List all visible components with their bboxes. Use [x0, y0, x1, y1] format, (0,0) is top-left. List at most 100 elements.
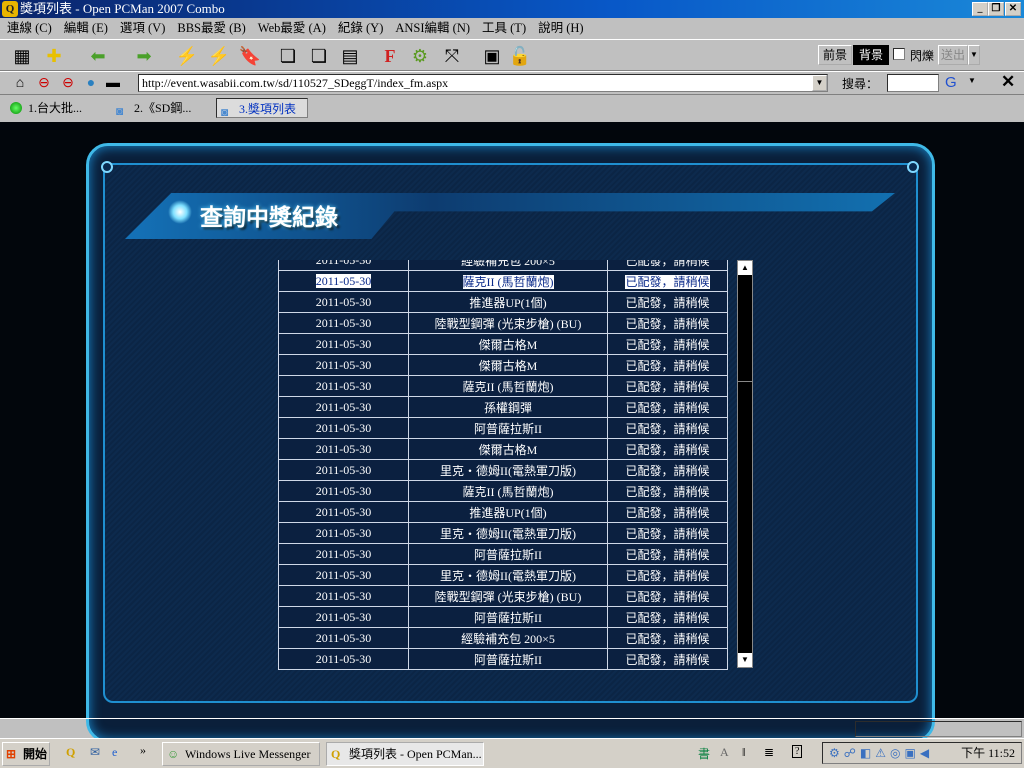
item-cell: 薩克II (馬哲蘭炮): [408, 270, 608, 292]
date-cell-text: 2011-05-30: [315, 294, 372, 309]
ime-width-icon[interactable]: ‖: [742, 745, 745, 760]
pcman-quicklaunch-icon[interactable]: Q: [66, 745, 75, 760]
item-cell-text: 經驗補充包 200×5: [461, 631, 555, 646]
item-cell: 里克・德姆II(電熱軍刀版): [408, 564, 608, 586]
close-bar-icon[interactable]: ✕: [1001, 72, 1015, 92]
status-cell-text: 已配發，請稍候: [625, 505, 710, 520]
outlook-quicklaunch-icon[interactable]: ✉: [90, 745, 100, 760]
menu-edit[interactable]: 編輯 (E): [61, 18, 117, 38]
scroll-up-icon[interactable]: ▲: [738, 261, 752, 275]
menu-ansi-edit[interactable]: ANSI編輯 (N): [392, 18, 479, 38]
globe-icon[interactable]: ●: [79, 72, 103, 96]
task-pcman[interactable]: Q 獎項列表 - Open PCMan...: [326, 742, 484, 766]
block-icon[interactable]: ⊖: [32, 72, 56, 96]
help-icon[interactable]: ?: [792, 745, 803, 758]
window-icon[interactable]: ▬: [101, 72, 125, 96]
status-panel: [855, 721, 1022, 737]
menu-tools[interactable]: 工具 (T): [479, 18, 535, 38]
new-connection-icon[interactable]: ✚: [42, 44, 66, 68]
table-row: 2011-05-30 傑爾古格M 已配發，請稍候: [278, 354, 728, 376]
settings-gear-icon[interactable]: ⚙: [408, 44, 432, 68]
url-dropdown-icon[interactable]: ▼: [812, 75, 827, 91]
status-cell: 已配發，請稍候: [607, 438, 728, 460]
tray-icons[interactable]: ⚙☍◧⚠◎▣◀: [829, 743, 933, 763]
home-icon[interactable]: ⌂: [8, 72, 32, 96]
item-cell-text: 推進器UP(1個): [469, 295, 547, 310]
reconnect-icon[interactable]: ⚡: [207, 44, 231, 68]
minimize-button[interactable]: _: [972, 2, 988, 16]
status-cell-text: 已配發，請稍候: [625, 400, 710, 415]
add-bookmark-icon[interactable]: 🔖: [238, 44, 262, 68]
start-button[interactable]: ⊞ 開始: [2, 742, 50, 766]
copy-icon[interactable]: ❏: [276, 44, 300, 68]
item-cell: 薩克II (馬哲蘭炮): [408, 375, 608, 397]
restore-button[interactable]: ❐: [988, 2, 1004, 16]
close-button[interactable]: ✕: [1005, 2, 1021, 16]
scroll-thumb[interactable]: [738, 381, 752, 655]
search-input[interactable]: [887, 74, 939, 92]
date-cell-text: 2011-05-30: [315, 462, 372, 477]
menu-web-favorites[interactable]: Web最愛 (A): [255, 18, 335, 38]
date-cell: 2011-05-30: [278, 480, 409, 502]
task-messenger[interactable]: ☺ Windows Live Messenger: [162, 742, 320, 766]
corner-rivet: [907, 161, 919, 173]
web-page-icon: ◙: [116, 104, 124, 118]
tab-2[interactable]: ◙ 2.《SD鋼...: [112, 98, 208, 118]
status-cell-text: 已配發，請稍候: [625, 274, 710, 289]
date-cell-text: 2011-05-30: [315, 504, 372, 519]
forward-icon[interactable]: ➡: [132, 44, 156, 68]
fullscreen-icon[interactable]: ⤧: [440, 44, 464, 68]
tab-3[interactable]: ◙ 3.獎項列表: [216, 98, 308, 119]
more-quicklaunch-icon[interactable]: »: [140, 743, 146, 758]
send-button[interactable]: 送出: [938, 45, 968, 65]
ime-mode-icon[interactable]: A: [720, 745, 729, 760]
status-cell: 已配發，請稍候: [607, 606, 728, 628]
ime-punct-icon[interactable]: ≣: [764, 745, 774, 760]
font-icon[interactable]: F: [378, 44, 402, 68]
send-dropdown-icon[interactable]: ▼: [968, 45, 980, 65]
emoticon-icon[interactable]: ▣: [480, 44, 504, 68]
table-row: 2011-05-30 阿普薩拉斯II 已配發，請稍候: [278, 417, 728, 439]
menu-bbs-favorites[interactable]: BBS最愛 (B): [174, 18, 254, 38]
menu-connect[interactable]: 連線 (C): [4, 18, 61, 38]
date-cell: 2011-05-30: [278, 648, 409, 670]
back-icon[interactable]: ⬅: [86, 44, 110, 68]
background-color-button[interactable]: 背景: [853, 45, 889, 65]
item-cell-text: 經驗補充包 200×5: [461, 260, 555, 268]
item-cell-text: 傑爾古格M: [478, 358, 538, 373]
tab-1[interactable]: 1.台大批...: [6, 98, 102, 118]
lock-icon[interactable]: 🔓: [508, 44, 532, 68]
date-cell: 2011-05-30: [278, 585, 409, 607]
date-cell-text: 2011-05-30: [315, 420, 372, 435]
block-page-icon[interactable]: ⊖: [56, 72, 80, 96]
table-row: 2011-05-30 阿普薩拉斯II 已配發，請稍候: [278, 543, 728, 565]
date-cell-text: 2011-05-30: [315, 378, 372, 393]
url-input[interactable]: http://event.wasabii.com.tw/sd/110527_SD…: [138, 74, 828, 92]
foreground-color-button[interactable]: 前景: [818, 45, 852, 65]
search-engine-dropdown-icon[interactable]: ▼: [968, 76, 976, 85]
menu-log[interactable]: 紀錄 (Y): [335, 18, 392, 38]
item-cell: 阿普薩拉斯II: [408, 648, 608, 670]
ime-icon[interactable]: 書: [698, 745, 710, 762]
date-cell-text: 2011-05-30: [315, 609, 372, 624]
date-cell: 2011-05-30: [278, 627, 409, 649]
paste-icon[interactable]: ❏: [307, 44, 331, 68]
ansi-copy-icon[interactable]: ▤: [338, 44, 362, 68]
item-cell: 推進器UP(1個): [408, 291, 608, 313]
blink-checkbox[interactable]: [893, 48, 905, 60]
menu-options[interactable]: 選項 (V): [117, 18, 174, 38]
google-search-icon[interactable]: G: [945, 74, 957, 91]
status-cell-text: 已配發，請稍候: [625, 652, 710, 667]
corner-rivet: [101, 161, 113, 173]
disconnect-icon[interactable]: ⚡: [175, 44, 199, 68]
vertical-scrollbar[interactable]: ▲ ▼: [737, 260, 753, 668]
scroll-down-icon[interactable]: ▼: [738, 653, 752, 667]
item-cell: 阿普薩拉斯II: [408, 417, 608, 439]
menu-help[interactable]: 說明 (H): [535, 18, 592, 38]
ie-quicklaunch-icon[interactable]: e: [112, 745, 117, 760]
table-row: 2011-05-30 阿普薩拉斯II 已配發，請稍候: [278, 648, 728, 670]
status-cell: 已配發，請稍候: [607, 627, 728, 649]
system-tray: ⚙☍◧⚠◎▣◀ 下午 11:52: [822, 742, 1022, 764]
table-row: 2011-05-30 里克・德姆II(電熱軍刀版) 已配發，請稍候: [278, 459, 728, 481]
site-list-icon[interactable]: ▦: [10, 44, 34, 68]
